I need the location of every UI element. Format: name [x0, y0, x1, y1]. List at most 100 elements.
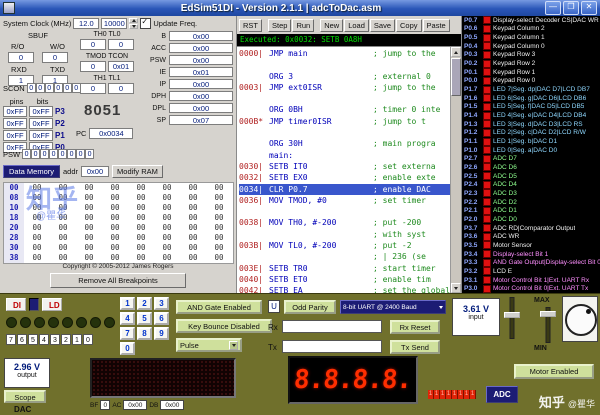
port-pin-indicator[interactable] [483, 172, 491, 180]
system-clock-value[interactable]: 12.0 [73, 18, 99, 29]
port-pin-indicator[interactable] [483, 42, 491, 50]
memory-cell[interactable]: 00 [76, 193, 102, 203]
psw-bit[interactable]: 0 [49, 149, 58, 159]
di-button[interactable]: DI [6, 298, 26, 311]
adc-input-slider[interactable] [504, 297, 520, 339]
memory-cell[interactable]: 00 [180, 213, 206, 223]
memory-cell[interactable]: 00 [102, 223, 128, 233]
parity-button[interactable]: Odd Parity [284, 300, 336, 314]
memory-cell[interactable]: 00 [76, 213, 102, 223]
sfr-value[interactable]: 0x00 [169, 43, 233, 53]
code-line[interactable]: 0000|JMP main; jump to the [239, 48, 450, 59]
memory-cell[interactable]: 00 [76, 253, 102, 263]
psw-bit[interactable]: 0 [67, 149, 76, 159]
memory-cell[interactable]: 00 [50, 193, 76, 203]
adc-button[interactable]: ADC [486, 386, 518, 403]
key-bounce-button[interactable]: Key Bounce Disabled [176, 319, 272, 333]
port-pin-indicator[interactable] [483, 103, 491, 111]
port-pin-indicator[interactable] [483, 112, 491, 120]
keypad-key-5[interactable]: 5 [137, 312, 152, 325]
psw-bit[interactable]: 0 [31, 149, 40, 159]
memory-cell[interactable]: 00 [102, 233, 128, 243]
keypad-key-6[interactable]: 6 [154, 312, 169, 325]
code-line[interactable]: 0040|SETB ET0; enable tim [239, 274, 450, 285]
modify-ram-button[interactable]: Modify RAM [112, 165, 163, 178]
psw-bit[interactable]: 0 [76, 149, 85, 159]
memory-cell[interactable]: 00 [180, 233, 206, 243]
data-memory-button[interactable]: Data Memory [3, 165, 60, 178]
port-pin-indicator[interactable] [483, 68, 491, 76]
tx-send-button[interactable]: Tx Send [390, 340, 440, 354]
code-line[interactable] [239, 59, 450, 70]
keypad-key-4[interactable]: 4 [120, 312, 135, 325]
memory-cell[interactable]: 00 [180, 203, 206, 213]
memory-cell[interactable]: 00 [206, 193, 232, 203]
keypad-key-7[interactable]: 7 [120, 327, 135, 340]
memory-cell[interactable]: 00 [180, 243, 206, 253]
code-line[interactable]: 0034|CLR P0.7; enable DAC [239, 184, 450, 195]
sfr-value[interactable]: 0x00 [169, 79, 233, 89]
rx-field[interactable] [282, 320, 382, 333]
memory-cell[interactable]: 00 [154, 203, 180, 213]
memory-cell[interactable]: 00 [102, 253, 128, 263]
code-line[interactable]: 0042|SETB EA; set the global [239, 285, 450, 293]
slider-thumb[interactable] [504, 312, 520, 318]
remove-breakpoints-button[interactable]: Remove All Breakpoints [50, 273, 186, 288]
code-line[interactable]: 0036|MOV TMOD, #0; set timer [239, 195, 450, 206]
update-freq-checkbox[interactable] [140, 18, 151, 29]
code-line[interactable]: ORG 0BH; timer 0 inte [239, 104, 450, 115]
port-pin-indicator[interactable] [483, 276, 491, 284]
port-pin-indicator[interactable] [483, 94, 491, 102]
memory-cell[interactable]: 00 [128, 253, 154, 263]
port-pins-value[interactable]: 0xFF [3, 118, 27, 129]
memory-cell[interactable]: 00 [154, 193, 180, 203]
dip-switch[interactable]: 0 [83, 334, 93, 345]
memory-cell[interactable]: 00 [24, 253, 50, 263]
sbuf-wo-value[interactable]: 0 [42, 52, 68, 63]
port-pin-indicator[interactable] [483, 285, 491, 293]
memory-cell[interactable]: 00 [128, 183, 154, 193]
memory-cell[interactable]: 00 [102, 243, 128, 253]
memory-cell[interactable]: 00 [154, 183, 180, 193]
memory-cell[interactable]: 00 [128, 203, 154, 213]
memory-cell[interactable]: 00 [128, 223, 154, 233]
memory-cell[interactable]: 00 [154, 243, 180, 253]
scon-bit[interactable]: 0 [54, 83, 63, 93]
memory-cell[interactable]: 00 [50, 243, 76, 253]
keypad-key-3[interactable]: 3 [154, 297, 169, 310]
code-line[interactable]: ; with syst [239, 229, 450, 240]
memory-cell[interactable]: 00 [180, 193, 206, 203]
timer-register-value[interactable]: 0 [80, 39, 106, 50]
tx-field[interactable] [282, 340, 382, 353]
motor-enabled-button[interactable]: Motor Enabled [514, 364, 594, 379]
memory-cell[interactable]: 00 [24, 243, 50, 253]
port-pin-indicator[interactable] [483, 138, 491, 146]
port-bits-value[interactable]: 0xFF [29, 118, 53, 129]
pulse-dropdown[interactable]: Pulse [176, 338, 242, 352]
memory-cell[interactable]: 00 [128, 213, 154, 223]
maximize-button[interactable]: ❐ [563, 1, 579, 15]
port-pin-indicator[interactable] [483, 215, 491, 223]
memory-cell[interactable]: 00 [180, 253, 206, 263]
port-pin-indicator[interactable] [483, 155, 491, 163]
memory-cell[interactable]: 00 [50, 213, 76, 223]
memory-cell[interactable]: 00 [206, 213, 232, 223]
close-button[interactable]: ✕ [581, 1, 597, 15]
timer-register-value[interactable]: 0 [108, 39, 134, 50]
port-pin-indicator[interactable] [483, 16, 491, 24]
editor-button-copy[interactable]: Copy [396, 19, 422, 32]
sfr-value[interactable]: 0x00 [169, 31, 233, 41]
memory-cell[interactable]: 00 [76, 233, 102, 243]
dip-switch[interactable]: 6 [17, 334, 27, 345]
scroll-up-icon[interactable] [451, 47, 461, 57]
memory-cell[interactable]: 00 [180, 223, 206, 233]
and-gate-button[interactable]: AND Gate Enabled [176, 300, 262, 314]
port-pin-indicator[interactable] [483, 241, 491, 249]
memory-cell[interactable]: 00 [206, 253, 232, 263]
ld-button[interactable]: LD [42, 298, 62, 311]
scon-bit[interactable]: 0 [63, 83, 72, 93]
code-line[interactable]: 003E|SETB TR0; start timer [239, 263, 450, 274]
port-pin-indicator[interactable] [483, 267, 491, 275]
timer-register-value[interactable]: 0 [108, 83, 134, 94]
dip-switch[interactable]: 1 [72, 334, 82, 345]
